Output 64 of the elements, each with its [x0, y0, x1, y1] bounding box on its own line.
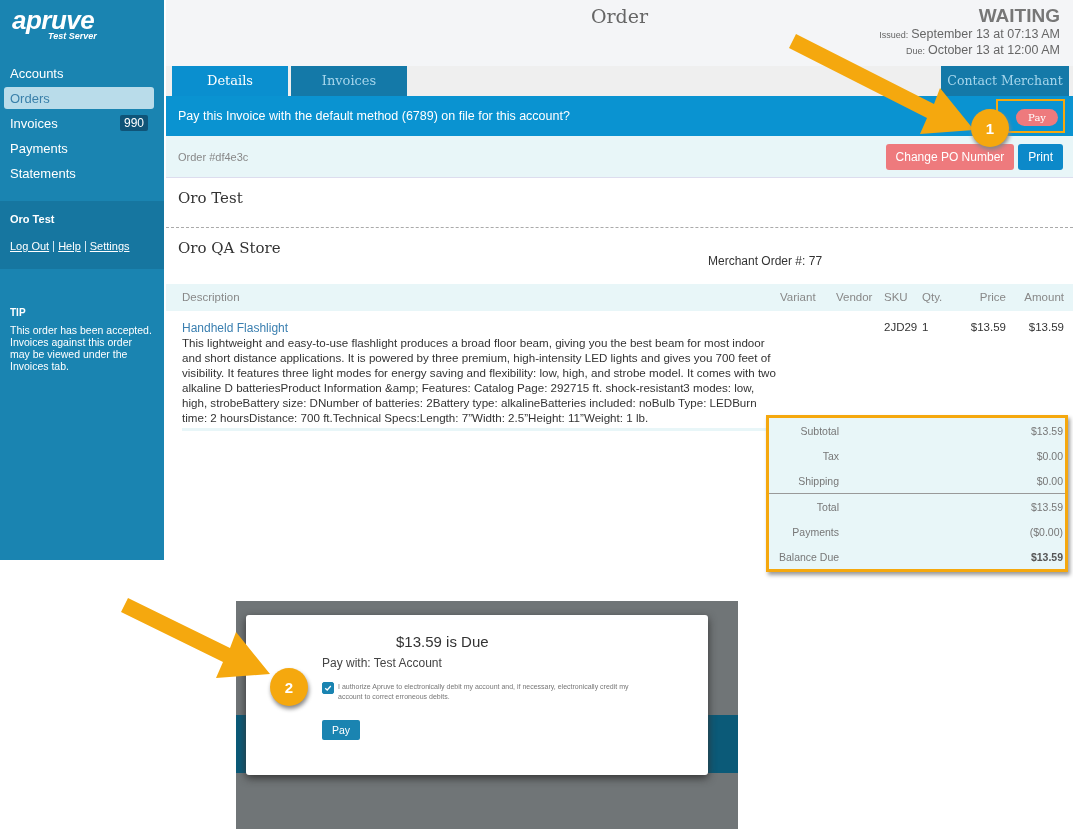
nav-label: Orders — [10, 90, 50, 106]
checkbox[interactable] — [322, 682, 334, 694]
total-label: Total — [815, 500, 839, 513]
nav-label: Accounts — [10, 65, 64, 81]
contact-merchant-button[interactable]: Contact Merchant — [941, 66, 1069, 96]
merchant-name: Oro QA Store — [178, 238, 281, 257]
total-value: $13.59 — [1030, 500, 1063, 513]
logo-subtitle: Test Server — [48, 31, 97, 41]
table-cell-text: $13.59 — [969, 321, 1006, 335]
nav-label: Statements — [10, 165, 76, 181]
order-number: Order #df4e3c — [178, 150, 249, 163]
tab[interactable]: Invoices — [291, 66, 407, 96]
tab[interactable]: Details — [172, 66, 288, 96]
user-link[interactable]: Help — [58, 240, 81, 252]
total-label: Shipping — [797, 474, 839, 487]
nav-label: Payments — [10, 140, 68, 156]
total-label: Tax — [821, 449, 839, 462]
action-button[interactable]: Change PO Number — [885, 143, 1015, 170]
issued-date: September 13 at 07:13 AM — [911, 27, 1060, 41]
total-value: $13.59 — [1030, 550, 1063, 563]
order-status: WAITING — [977, 5, 1060, 27]
nav-item[interactable]: Accounts — [4, 62, 154, 84]
column-header: Qty. — [922, 291, 944, 304]
page-title: Order — [590, 5, 649, 29]
column-header: Amount — [1023, 291, 1064, 304]
column-header: SKU — [884, 291, 909, 304]
total-value: $13.59 — [1030, 424, 1063, 437]
merchant-order-number: Merchant Order #: 77 — [708, 253, 823, 268]
column-header: Price — [978, 291, 1006, 304]
tip-title: TIP — [10, 307, 27, 318]
total-value: ($0.00) — [1029, 525, 1063, 538]
total-label: Balance Due — [779, 550, 840, 563]
table-cell-text: 2JD29 — [884, 321, 919, 335]
table-cell-text: $13.59 — [1027, 321, 1064, 335]
pay-button[interactable]: Pay — [1016, 109, 1058, 126]
dialog-title: $13.59 is Due — [396, 633, 490, 650]
total-label: Subtotal — [799, 424, 839, 437]
total-label: Payments — [791, 525, 839, 538]
action-button[interactable]: Print — [1018, 143, 1063, 170]
logo: apruve — [12, 6, 95, 34]
buyer-name: Oro Test — [178, 189, 243, 208]
pay-button[interactable]: Pay — [322, 720, 361, 740]
total-value: $0.00 — [1036, 449, 1063, 462]
banner-text: Pay this Invoice with the default method (6789) on file for this account? — [178, 109, 571, 123]
nav-item[interactable]: Invoices 990 — [4, 112, 154, 134]
count-badge: 990 — [119, 115, 148, 131]
due-date: October 13 at 12:00 AM — [927, 43, 1060, 57]
column-header: Vendor — [836, 291, 874, 304]
nav-item[interactable]: Orders — [4, 87, 154, 109]
nav-item[interactable]: Statements — [4, 162, 154, 184]
date-label: Due: — [905, 46, 925, 56]
nav-item[interactable]: Payments — [4, 137, 154, 159]
column-header: Description — [182, 291, 241, 304]
user-link[interactable]: Settings — [89, 240, 130, 252]
tip-text: This order has been accepted. Invoices against this order may be viewed under the Invoices tab. — [10, 324, 153, 372]
user-name: Oro Test — [10, 213, 56, 225]
pay-with-text: Pay with: Test Account — [322, 656, 443, 670]
user-link[interactable]: Log Out — [10, 240, 50, 252]
product-link[interactable]: Handheld Flashlight — [182, 321, 782, 335]
column-header: Variant — [780, 291, 817, 304]
nav-label: Invoices — [10, 115, 58, 131]
total-value: $0.00 — [1036, 474, 1063, 487]
date-label: Issued: — [879, 30, 909, 40]
table-cell-text: 1 — [922, 321, 930, 335]
